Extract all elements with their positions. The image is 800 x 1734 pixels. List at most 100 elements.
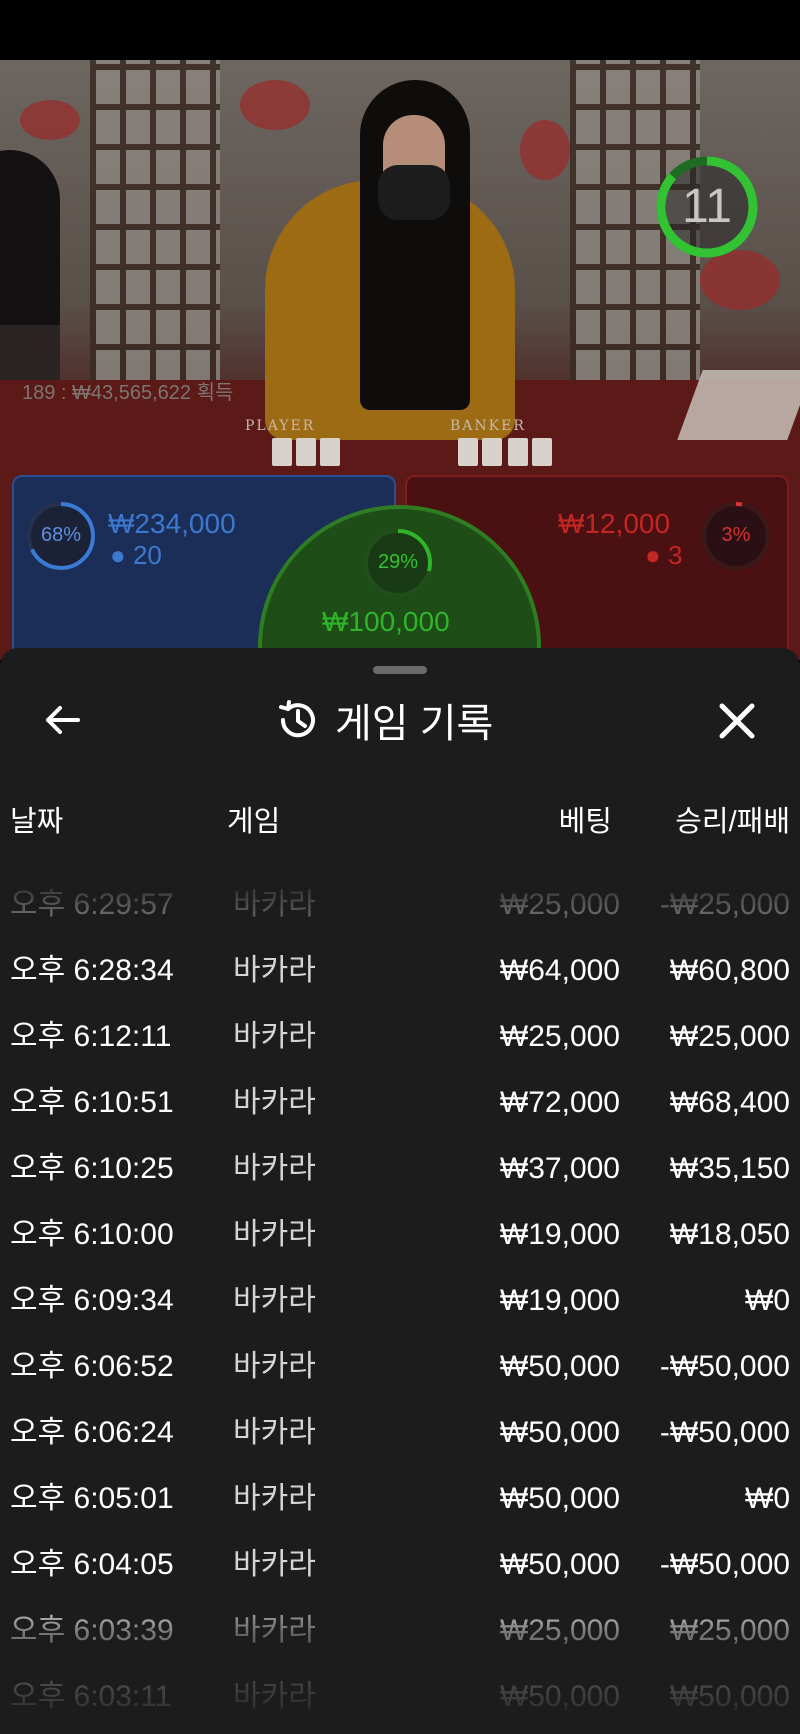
history-row-bet: ₩19,000: [499, 1284, 620, 1317]
banker-bet-amount: ₩12,000: [558, 508, 671, 539]
history-row[interactable]: 오후 6:06:24 바카라 ₩50,000 -₩50,000: [0, 1400, 800, 1466]
blossom-decoration: [240, 80, 310, 130]
playing-card: [320, 438, 340, 466]
felt-player-label: PLAYER: [245, 418, 316, 434]
player-percent: 68%: [40, 524, 82, 546]
history-row-game: 바카라: [233, 1152, 316, 1185]
history-row-result: ₩68,400: [669, 1086, 790, 1119]
history-row-result: -₩50,000: [659, 1416, 790, 1449]
history-row[interactable]: 오후 6:28:34 바카라 ₩64,000 ₩60,800: [0, 938, 800, 1004]
history-row-result: ₩18,050: [669, 1218, 790, 1251]
history-row-time: 오후 6:28:34: [10, 954, 174, 987]
playing-card: [532, 438, 552, 466]
history-row-bet: ₩25,000: [499, 1020, 620, 1053]
history-row[interactable]: 오후 6:06:52 바카라 ₩50,000 -₩50,000: [0, 1334, 800, 1400]
history-row-time: 오후 6:10:00: [10, 1218, 174, 1251]
wooden-screen-left: [90, 60, 220, 390]
history-row-time: 오후 6:04:05: [10, 1548, 174, 1581]
history-row-game: 바카라: [233, 1284, 316, 1317]
history-row-bet: ₩19,000: [499, 1218, 620, 1251]
history-row-result: -₩50,000: [659, 1350, 790, 1383]
history-row-time: 오후 6:05:01: [10, 1482, 174, 1515]
column-header-bet: 베팅: [558, 806, 612, 838]
history-row-bet: ₩64,000: [499, 954, 620, 987]
person-icon: ●: [110, 540, 126, 570]
player-bettor-count: ● 20: [110, 540, 162, 571]
close-icon: [719, 703, 755, 739]
history-row-result: ₩0: [745, 1482, 790, 1515]
banker-percent: 3%: [721, 524, 751, 546]
history-row-game: 바카라: [233, 954, 316, 987]
person-icon: ●: [645, 540, 661, 570]
history-row[interactable]: 오후 6:04:05 바카라 ₩50,000 -₩50,000: [0, 1532, 800, 1598]
column-header-date: 날짜: [10, 806, 64, 838]
back-button[interactable]: [40, 698, 90, 742]
history-row-bet: ₩37,000: [499, 1152, 620, 1185]
history-row-result: ₩50,000: [669, 1680, 790, 1713]
history-row-result: -₩50,000: [659, 1548, 790, 1581]
playing-card: [272, 438, 292, 466]
history-row-result: ₩35,150: [669, 1152, 790, 1185]
column-header-winloss: 승리/패배: [675, 806, 790, 838]
playing-card: [458, 438, 478, 466]
history-row-game: 바카라: [233, 1416, 316, 1449]
blossom-decoration: [700, 250, 780, 310]
history-row-bet: ₩25,000: [499, 1614, 620, 1647]
history-row-result: ₩25,000: [669, 1020, 790, 1053]
history-row-time: 오후 6:10:51: [10, 1086, 174, 1119]
tie-percent: 29%: [377, 551, 419, 573]
blossom-decoration: [20, 100, 80, 140]
arrow-left-icon: [46, 706, 80, 734]
tie-bet-amount: ₩100,000: [322, 606, 450, 637]
history-row-bet: ₩72,000: [499, 1086, 620, 1119]
player-bettor-count-value: 20: [132, 540, 162, 570]
blossom-decoration: [520, 120, 570, 180]
column-header-game: 게임: [227, 806, 281, 838]
history-row-bet: ₩50,000: [499, 1482, 620, 1515]
history-row[interactable]: 오후 6:09:34 바카라 ₩19,000 ₩0: [0, 1268, 800, 1334]
page-title: 게임 기록: [335, 702, 494, 746]
felt-banker-label: BANKER: [450, 418, 526, 434]
history-row-game: 바카라: [233, 1020, 316, 1053]
close-button[interactable]: [712, 696, 762, 746]
history-row-game: 바카라: [233, 1614, 316, 1647]
history-row[interactable]: 오후 6:29:57 바카라 ₩25,000 -₩25,000: [0, 872, 800, 938]
history-row-game: 바카라: [233, 1680, 316, 1713]
history-row[interactable]: 오후 6:12:11 바카라 ₩25,000 ₩25,000: [0, 1004, 800, 1070]
history-row-time: 오후 6:10:25: [10, 1152, 174, 1185]
history-row-bet: ₩50,000: [499, 1350, 620, 1383]
history-row[interactable]: 오후 6:05:01 바카라 ₩50,000 ₩0: [0, 1466, 800, 1532]
history-row[interactable]: 오후 6:03:39 바카라 ₩25,000 ₩25,000: [0, 1598, 800, 1664]
history-row-bet: ₩50,000: [499, 1416, 620, 1449]
table-stat-text: 189 : ₩43,565,622 획득: [22, 382, 234, 404]
history-row-time: 오후 6:29:57: [10, 888, 174, 921]
playing-card: [482, 438, 502, 466]
player-bet-amount: ₩234,000: [108, 508, 236, 539]
sheet-drag-handle[interactable]: [373, 666, 427, 674]
history-row-time: 오후 6:03:11: [10, 1680, 172, 1713]
history-row-game: 바카라: [233, 1350, 316, 1383]
playing-card: [508, 438, 528, 466]
history-row-time: 오후 6:06:24: [10, 1416, 174, 1449]
history-row-game: 바카라: [233, 1086, 316, 1119]
history-row-game: 바카라: [233, 1548, 316, 1581]
banker-bettor-count: ● 3: [645, 540, 682, 571]
history-row[interactable]: 오후 6:10:00 바카라 ₩19,000 ₩18,050: [0, 1202, 800, 1268]
history-row-game: 바카라: [233, 888, 316, 921]
history-row-time: 오후 6:03:39: [10, 1614, 174, 1647]
history-row-bet: ₩50,000: [499, 1680, 620, 1713]
history-row[interactable]: 오후 6:10:51 바카라 ₩72,000 ₩68,400: [0, 1070, 800, 1136]
history-row-bet: ₩25,000: [499, 888, 620, 921]
dealer-mask: [378, 165, 450, 220]
history-row[interactable]: 오후 6:03:11 바카라 ₩50,000 ₩50,000: [0, 1664, 800, 1730]
history-icon: [279, 700, 315, 738]
history-row-time: 오후 6:12:11: [10, 1020, 172, 1053]
history-row-time: 오후 6:06:52: [10, 1350, 174, 1383]
history-row-result: ₩0: [745, 1284, 790, 1317]
playing-card: [296, 438, 316, 466]
history-row-game: 바카라: [233, 1482, 316, 1515]
history-row-result: -₩25,000: [659, 888, 790, 921]
history-row-game: 바카라: [233, 1218, 316, 1251]
history-row-result: ₩25,000: [669, 1614, 790, 1647]
history-row[interactable]: 오후 6:10:25 바카라 ₩37,000 ₩35,150: [0, 1136, 800, 1202]
